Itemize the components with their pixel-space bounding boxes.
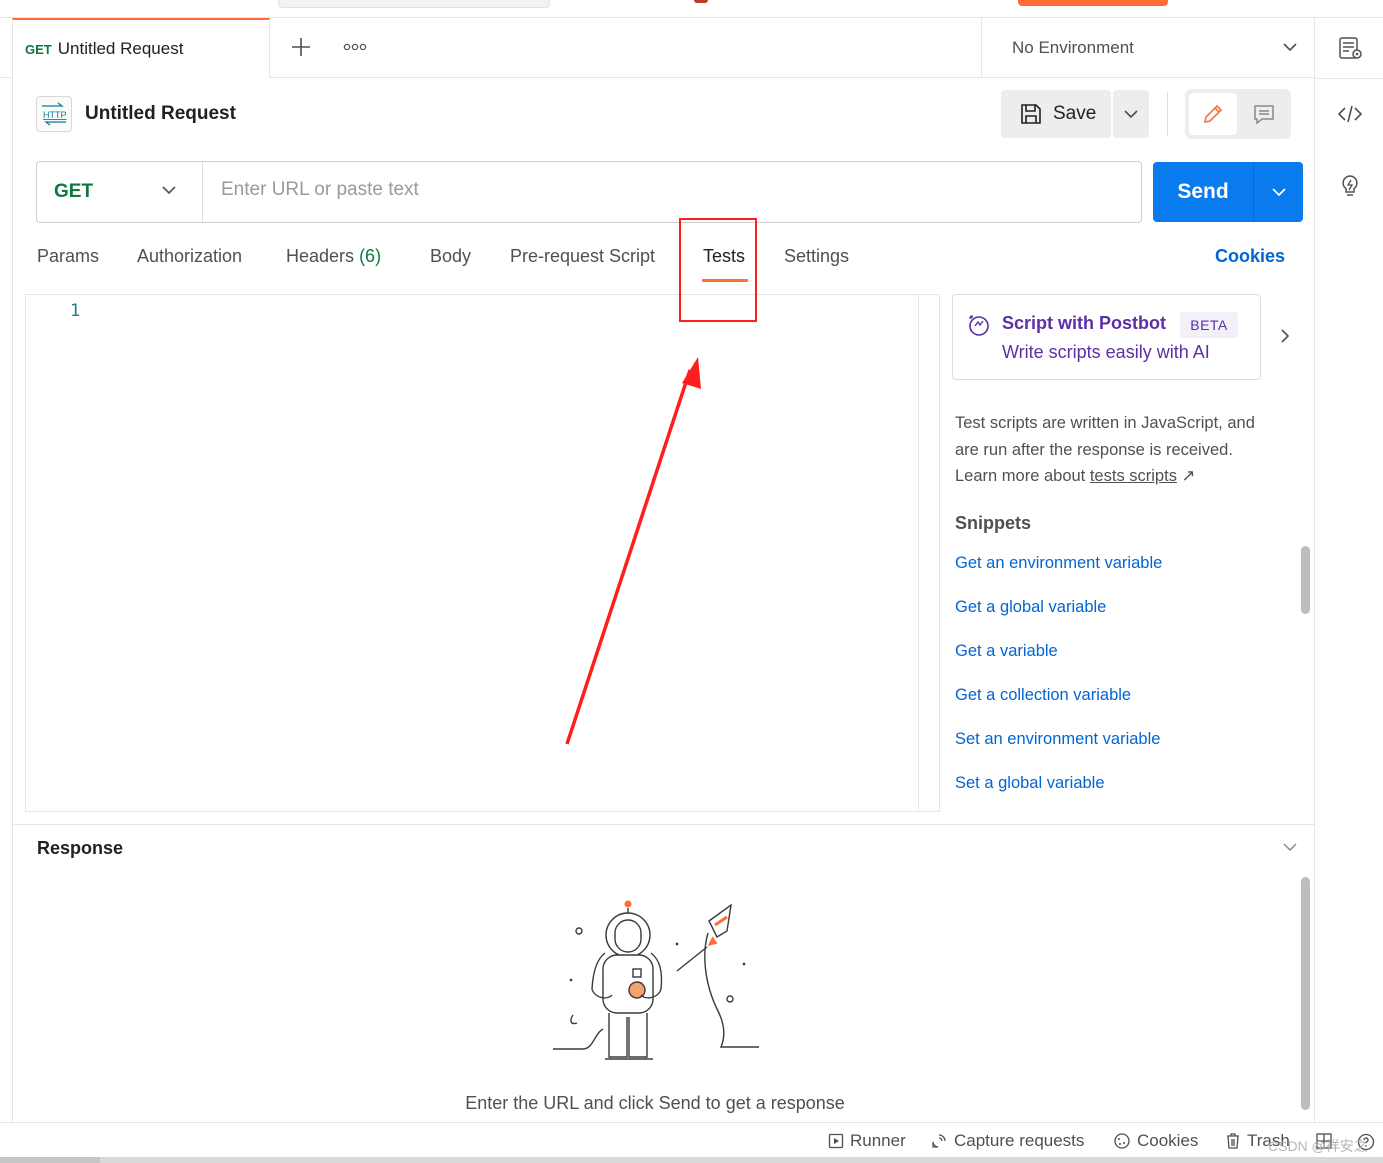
method-select[interactable]: GET (37, 162, 203, 222)
sidebar-divider (1315, 78, 1383, 79)
search-bar-fragment[interactable] (278, 0, 550, 8)
chevron-down-icon (1124, 110, 1138, 119)
chevron-down-icon (1271, 188, 1286, 197)
cookies-label: Cookies (1137, 1131, 1199, 1150)
save-icon (1021, 104, 1041, 124)
chevron-down-icon[interactable] (1282, 841, 1298, 853)
save-label: Save (1053, 103, 1097, 124)
right-sidebar (1314, 18, 1383, 1122)
chevron-down-icon (1283, 43, 1297, 52)
tab-pre-request-script[interactable]: Pre-request Script (510, 246, 655, 267)
request-tab[interactable]: GET Untitled Request (12, 18, 270, 78)
more-icon[interactable] (342, 40, 368, 54)
line-number: 1 (70, 301, 81, 321)
snippets-heading: Snippets (955, 513, 1032, 533)
description-prefix: Learn more about (955, 467, 1090, 485)
tab-headers-label: Headers (286, 246, 355, 266)
snippet-item[interactable]: Get a variable (955, 642, 1058, 661)
comment-mode-button[interactable] (1241, 93, 1287, 135)
request-title[interactable]: Untitled Request (85, 103, 236, 125)
tab-body[interactable]: Body (430, 246, 471, 267)
postbot-card[interactable]: Script with Postbot BETA Write scripts e… (952, 294, 1261, 380)
capture-requests-button[interactable]: Capture requests (930, 1131, 1084, 1151)
mode-toggle (1185, 89, 1291, 139)
send-dropdown-button[interactable] (1254, 162, 1303, 222)
cookies-link[interactable]: Cookies (1215, 246, 1285, 267)
editor-scroll-divider (918, 295, 919, 811)
code-icon[interactable] (1337, 101, 1363, 127)
comment-icon (1254, 105, 1274, 125)
capture-label: Capture requests (954, 1131, 1085, 1150)
environment-label: No Environment (1012, 38, 1134, 57)
request-header: HTTP Untitled Request (36, 95, 236, 133)
description-line-3: Learn more about tests scripts ↗ (955, 463, 1295, 490)
save-dropdown-button[interactable] (1113, 90, 1149, 138)
edit-mode-button[interactable] (1189, 93, 1237, 135)
http-icon: HTTP (36, 96, 72, 132)
tests-description: Test scripts are written in JavaScript, … (955, 410, 1295, 490)
snippet-item[interactable]: Set an environment variable (955, 730, 1160, 749)
save-button[interactable]: Save (1001, 90, 1111, 138)
cookie-icon (1114, 1133, 1130, 1149)
annotation-arrow (565, 357, 701, 745)
window-scrollbar-thumb[interactable] (0, 1157, 100, 1163)
tab-headers[interactable]: Headers (6) (286, 246, 381, 267)
url-bar: GET Enter URL or paste text (36, 161, 1142, 223)
top-strip (0, 0, 1383, 18)
response-title: Response (37, 838, 124, 858)
runner-button[interactable]: Runner (828, 1131, 906, 1151)
snippet-item[interactable]: Get a collection variable (955, 686, 1131, 705)
astronaut-illustration (553, 900, 759, 1060)
tab-method: GET (25, 41, 52, 57)
tests-scripts-link[interactable]: tests scripts (1090, 467, 1177, 485)
lightbulb-icon[interactable] (1337, 173, 1363, 199)
environment-selector[interactable]: No Environment (981, 18, 1314, 78)
beta-badge: BETA (1180, 312, 1238, 338)
pencil-icon (1203, 104, 1223, 124)
postbot-icon (969, 315, 989, 336)
watermark: CSDN @祥安之 (1268, 1138, 1368, 1154)
response-empty-message: Enter the URL and click Send to get a re… (465, 1093, 845, 1113)
toolbar-divider (1167, 92, 1168, 136)
left-border (12, 78, 13, 1123)
chevron-right-icon[interactable] (1279, 328, 1291, 344)
play-icon (828, 1133, 844, 1149)
send-button[interactable]: Send (1153, 162, 1253, 222)
snippet-item[interactable]: Get an environment variable (955, 554, 1162, 573)
tab-settings[interactable]: Settings (784, 246, 849, 267)
send-button-group: Send (1153, 162, 1303, 222)
tab-name: Untitled Request (57, 39, 184, 58)
postbot-title: Script with Postbot (1002, 313, 1166, 333)
window-scrollbar[interactable] (0, 1157, 1383, 1163)
snippets-scrollbar[interactable] (1301, 546, 1310, 614)
snippet-item[interactable]: Get a global variable (955, 598, 1106, 617)
tab-authorization[interactable]: Authorization (137, 246, 242, 267)
environment-quicklook-icon[interactable] (1337, 35, 1363, 61)
satellite-icon (932, 1134, 946, 1148)
description-line-1: Test scripts are written in JavaScript, … (955, 414, 1255, 432)
response-divider[interactable] (13, 824, 1314, 825)
footer-cookies-button[interactable]: Cookies (1113, 1131, 1198, 1151)
tab-bar: GET Untitled Request No Environment (0, 18, 1314, 78)
status-fragment (694, 0, 708, 3)
status-bar: Runner Capture requests Cookies Trash (0, 1122, 1383, 1163)
upgrade-button-fragment[interactable] (1018, 0, 1168, 6)
trash-icon (1227, 1133, 1239, 1149)
plus-icon[interactable] (289, 35, 313, 59)
script-editor[interactable]: 1 (25, 294, 940, 812)
postbot-subtitle: Write scripts easily with AI (1002, 342, 1210, 362)
headers-count: (6) (359, 246, 382, 266)
external-link-icon: ↗ (1176, 467, 1196, 485)
svg-text:HTTP: HTTP (43, 110, 67, 120)
snippet-item[interactable]: Set a global variable (955, 774, 1105, 793)
runner-label: Runner (850, 1131, 906, 1150)
chevron-down-icon (162, 186, 176, 195)
method-label: GET (54, 181, 94, 202)
response-scrollbar[interactable] (1301, 877, 1310, 1110)
url-input[interactable]: Enter URL or paste text (221, 179, 419, 201)
tab-params[interactable]: Params (37, 246, 99, 267)
description-line-2: are run after the response is received. (955, 440, 1233, 459)
annotation-highlight-box (679, 218, 757, 322)
